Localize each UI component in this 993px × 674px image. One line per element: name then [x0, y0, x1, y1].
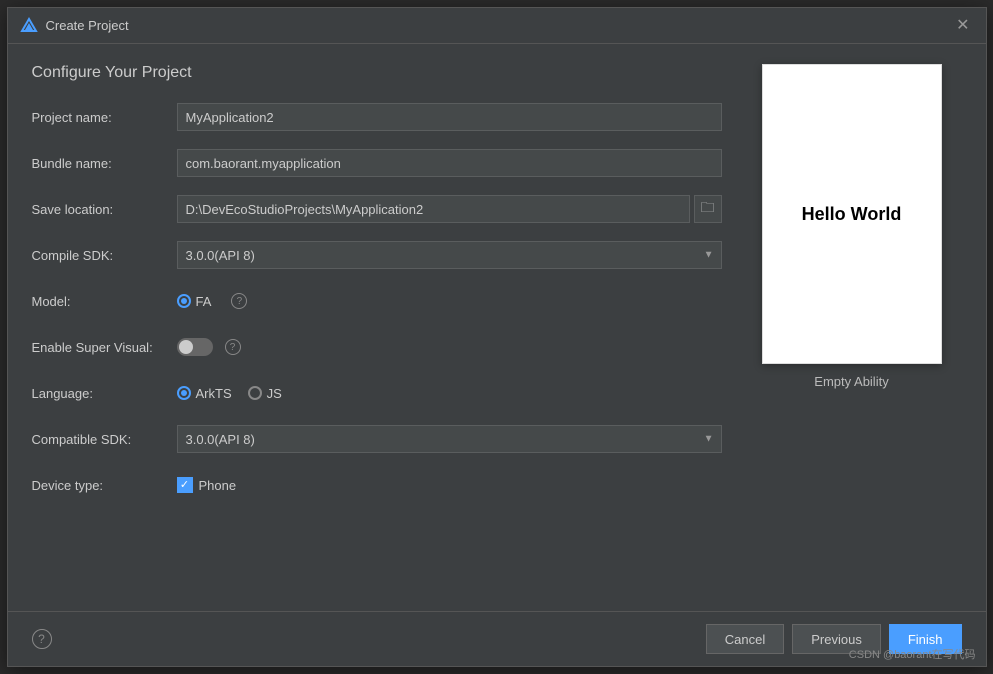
title-bar-left: Create Project	[20, 17, 129, 35]
device-type-label: Device type:	[32, 478, 177, 493]
compatible-sdk-select[interactable]: 3.0.0(API 8) 2.0.0(API 5)	[177, 425, 722, 453]
model-label: Model:	[32, 294, 177, 309]
language-radio-group: ArkTS JS	[177, 386, 722, 401]
language-js-radio-circle	[248, 386, 262, 400]
super-visual-control: ?	[177, 338, 722, 356]
footer-help-button[interactable]: ?	[32, 629, 52, 649]
compile-sdk-label: Compile SDK:	[32, 248, 177, 263]
super-visual-row: Enable Super Visual: ?	[32, 332, 722, 362]
device-type-phone-label: Phone	[199, 478, 237, 493]
device-type-phone-checkbox-box: ✓	[177, 477, 193, 493]
bundle-name-label: Bundle name:	[32, 156, 177, 171]
device-type-phone-checkbox[interactable]: ✓ Phone	[177, 477, 237, 493]
language-control: ArkTS JS	[177, 386, 722, 401]
device-type-phone-check-mark: ✓	[180, 480, 189, 491]
compatible-sdk-control: 3.0.0(API 8) 2.0.0(API 5) ▼	[177, 425, 722, 453]
compatible-sdk-row: Compatible SDK: 3.0.0(API 8) 2.0.0(API 5…	[32, 424, 722, 454]
project-name-input[interactable]	[177, 103, 722, 131]
cancel-button[interactable]: Cancel	[706, 624, 784, 654]
app-logo-icon	[20, 17, 38, 35]
model-fa-radio-label: FA	[196, 294, 212, 309]
super-visual-toggle-wrapper: ?	[177, 338, 722, 356]
project-name-label: Project name:	[32, 110, 177, 125]
preview-section: Hello World Empty Ability	[742, 64, 962, 591]
preview-hello-world-text: Hello World	[802, 204, 902, 225]
language-js-radio-item[interactable]: JS	[248, 386, 282, 401]
project-name-row: Project name:	[32, 102, 722, 132]
super-visual-help-icon[interactable]: ?	[225, 339, 241, 355]
model-help-icon[interactable]: ?	[231, 293, 247, 309]
project-name-control	[177, 103, 722, 131]
form-section: Configure Your Project Project name: Bun…	[32, 64, 722, 591]
language-label: Language:	[32, 386, 177, 401]
preview-template-label: Empty Ability	[814, 374, 888, 389]
compile-sdk-control: 3.0.0(API 8) 2.0.0(API 5) ▼	[177, 241, 722, 269]
device-type-control: ✓ Phone	[177, 477, 722, 493]
model-fa-radio-item[interactable]: FA	[177, 294, 212, 309]
device-type-checkbox-group: ✓ Phone	[177, 477, 722, 493]
super-visual-toggle[interactable]	[177, 338, 213, 356]
bundle-name-control	[177, 149, 722, 177]
model-radio-group: FA ?	[177, 293, 722, 309]
language-js-radio-label: JS	[267, 386, 282, 401]
dialog-footer: ? Cancel Previous Finish	[8, 611, 986, 666]
save-location-input[interactable]	[177, 195, 690, 223]
dialog-content: Configure Your Project Project name: Bun…	[8, 44, 986, 611]
bundle-name-row: Bundle name:	[32, 148, 722, 178]
compile-sdk-select[interactable]: 3.0.0(API 8) 2.0.0(API 5)	[177, 241, 722, 269]
save-location-control: 🗀	[177, 195, 722, 223]
watermark: CSDN @baorant在写代码	[849, 646, 976, 662]
save-location-row: Save location: 🗀	[32, 194, 722, 224]
title-bar: Create Project ✕	[8, 8, 986, 44]
model-row: Model: FA ?	[32, 286, 722, 316]
dialog-title: Create Project	[46, 18, 129, 33]
super-visual-label: Enable Super Visual:	[32, 340, 177, 355]
compile-sdk-select-wrapper: 3.0.0(API 8) 2.0.0(API 5) ▼	[177, 241, 722, 269]
location-wrapper: 🗀	[177, 195, 722, 223]
footer-left: ?	[32, 629, 52, 649]
section-title: Configure Your Project	[32, 64, 722, 82]
language-arkts-radio-circle	[177, 386, 191, 400]
device-type-row: Device type: ✓ Phone	[32, 470, 722, 500]
compile-sdk-row: Compile SDK: 3.0.0(API 8) 2.0.0(API 5) ▼	[32, 240, 722, 270]
model-control: FA ?	[177, 293, 722, 309]
bundle-name-input[interactable]	[177, 149, 722, 177]
compatible-sdk-label: Compatible SDK:	[32, 432, 177, 447]
language-row: Language: ArkTS JS	[32, 378, 722, 408]
create-project-dialog: Create Project ✕ Configure Your Project …	[7, 7, 987, 667]
compatible-sdk-select-wrapper: 3.0.0(API 8) 2.0.0(API 5) ▼	[177, 425, 722, 453]
phone-preview: Hello World	[762, 64, 942, 364]
save-location-label: Save location:	[32, 202, 177, 217]
language-arkts-radio-label: ArkTS	[196, 386, 232, 401]
model-fa-radio-circle	[177, 294, 191, 308]
browse-folder-button[interactable]: 🗀	[694, 195, 722, 223]
close-button[interactable]: ✕	[952, 16, 973, 36]
language-arkts-radio-item[interactable]: ArkTS	[177, 386, 232, 401]
